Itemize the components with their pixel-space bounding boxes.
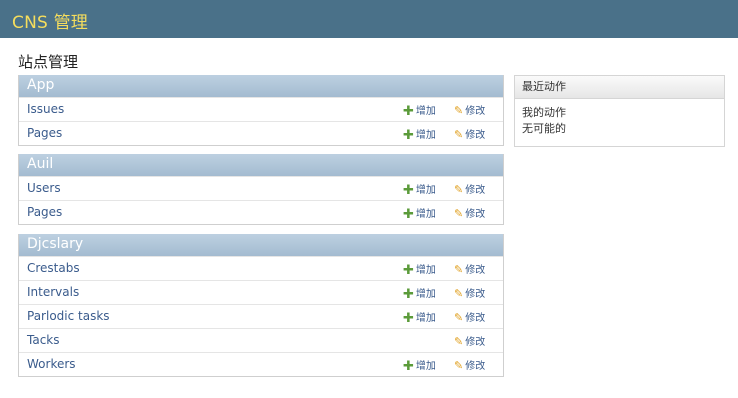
model-link-issues[interactable]: Issues xyxy=(27,102,64,116)
change-button[interactable]: ✎ 修改 xyxy=(454,333,485,348)
table-row: Pages ✚ 增加 ✎ 修改 xyxy=(19,200,503,224)
add-label: 增加 xyxy=(415,265,436,276)
pencil-icon: ✎ xyxy=(454,359,464,372)
change-button[interactable]: ✎ 修改 xyxy=(454,357,485,372)
pencil-icon: ✎ xyxy=(454,207,464,220)
model-link-intervals[interactable]: Intervals xyxy=(27,285,79,299)
change-label: 修改 xyxy=(465,185,486,196)
table-row: Pages ✚ 增加 ✎ 修改 xyxy=(19,121,503,145)
djcslary-module: Djcslary Crestabs ✚ 增加 ✎ 修改 Intervals ✚ 增加 … xyxy=(18,234,504,377)
change-button[interactable]: ✎ 修改 xyxy=(454,261,485,276)
add-label: 增加 xyxy=(415,361,436,372)
plus-icon: ✚ xyxy=(403,287,414,302)
model-link-workers[interactable]: Workers xyxy=(27,357,76,371)
change-label: 修改 xyxy=(465,209,486,220)
add-button[interactable]: ✚ 增加 xyxy=(403,102,436,119)
add-label: 增加 xyxy=(415,209,436,220)
model-link-tacks[interactable]: Tacks xyxy=(27,333,60,347)
model-link-crestabs[interactable]: Crestabs xyxy=(27,261,80,275)
add-button[interactable]: ✚ 增加 xyxy=(403,285,436,302)
table-row: Parlodic tasks ✚ 增加 ✎ 修改 xyxy=(19,304,503,328)
no-actions-text: 无可能的 xyxy=(522,122,566,135)
add-label: 增加 xyxy=(415,289,436,300)
recent-actions-panel: 最近动作 我的动作 无可能的 xyxy=(514,75,725,147)
model-link-pages[interactable]: Pages xyxy=(27,126,62,140)
auil-module: Auil Users ✚ 增加 ✎ 修改 Pages ✚ 增加 ✎ 修改 xyxy=(18,154,504,225)
my-actions-heading: 我的动作 xyxy=(522,106,566,119)
header-bar: CNS 管理 xyxy=(0,0,738,38)
plus-icon: ✚ xyxy=(403,104,414,119)
change-label: 修改 xyxy=(465,313,486,324)
model-link-periodic-tasks[interactable]: Parlodic tasks xyxy=(27,309,110,323)
pencil-icon: ✎ xyxy=(454,128,464,141)
pencil-icon: ✎ xyxy=(454,104,464,117)
module-caption[interactable]: App xyxy=(19,75,503,97)
add-button[interactable]: ✚ 增加 xyxy=(403,181,436,198)
change-button[interactable]: ✎ 修改 xyxy=(454,205,485,220)
change-label: 修改 xyxy=(465,130,486,141)
pencil-icon: ✎ xyxy=(454,335,464,348)
module-caption[interactable]: Auil xyxy=(19,154,503,176)
plus-icon: ✚ xyxy=(403,359,414,374)
pencil-icon: ✎ xyxy=(454,183,464,196)
add-button[interactable]: ✚ 增加 xyxy=(403,309,436,326)
table-row: Issues ✚ 增加 ✎ 修改 xyxy=(19,97,503,121)
add-label: 增加 xyxy=(415,313,436,324)
add-button[interactable]: ✚ 增加 xyxy=(403,357,436,374)
plus-icon: ✚ xyxy=(403,128,414,143)
change-button[interactable]: ✎ 修改 xyxy=(454,309,485,324)
model-link-pages[interactable]: Pages xyxy=(27,205,62,219)
recent-actions-title: 最近动作 xyxy=(515,76,724,99)
plus-icon: ✚ xyxy=(403,311,414,326)
change-button[interactable]: ✎ 修改 xyxy=(454,126,485,141)
module-caption[interactable]: Djcslary xyxy=(19,234,503,256)
pencil-icon: ✎ xyxy=(454,311,464,324)
change-button[interactable]: ✎ 修改 xyxy=(454,102,485,117)
add-label: 增加 xyxy=(415,185,436,196)
plus-icon: ✚ xyxy=(403,183,414,198)
add-button[interactable]: ✚ 增加 xyxy=(403,261,436,278)
table-row: Users ✚ 增加 ✎ 修改 xyxy=(19,176,503,200)
change-button[interactable]: ✎ 修改 xyxy=(454,181,485,196)
site-title[interactable]: CNS 管理 xyxy=(12,8,88,33)
table-row: Crestabs ✚ 增加 ✎ 修改 xyxy=(19,256,503,280)
add-button[interactable]: ✚ 增加 xyxy=(403,126,436,143)
app-module: App Issues ✚ 增加 ✎ 修改 Pages ✚ 增加 ✎ 修改 xyxy=(18,75,504,146)
model-link-users[interactable]: Users xyxy=(27,181,61,195)
page-title: 站点管理 xyxy=(18,53,79,71)
change-label: 修改 xyxy=(465,289,486,300)
table-row: Tacks ✎ 修改 xyxy=(19,328,503,352)
change-label: 修改 xyxy=(465,361,486,372)
change-label: 修改 xyxy=(465,106,486,117)
change-label: 修改 xyxy=(465,265,486,276)
plus-icon: ✚ xyxy=(403,207,414,222)
table-row: Workers ✚ 增加 ✎ 修改 xyxy=(19,352,503,376)
pencil-icon: ✎ xyxy=(454,263,464,276)
pencil-icon: ✎ xyxy=(454,287,464,300)
add-label: 增加 xyxy=(415,130,436,141)
table-row: Intervals ✚ 增加 ✎ 修改 xyxy=(19,280,503,304)
change-label: 修改 xyxy=(465,337,486,348)
add-button[interactable]: ✚ 增加 xyxy=(403,205,436,222)
change-button[interactable]: ✎ 修改 xyxy=(454,285,485,300)
plus-icon: ✚ xyxy=(403,263,414,278)
add-label: 增加 xyxy=(415,106,436,117)
